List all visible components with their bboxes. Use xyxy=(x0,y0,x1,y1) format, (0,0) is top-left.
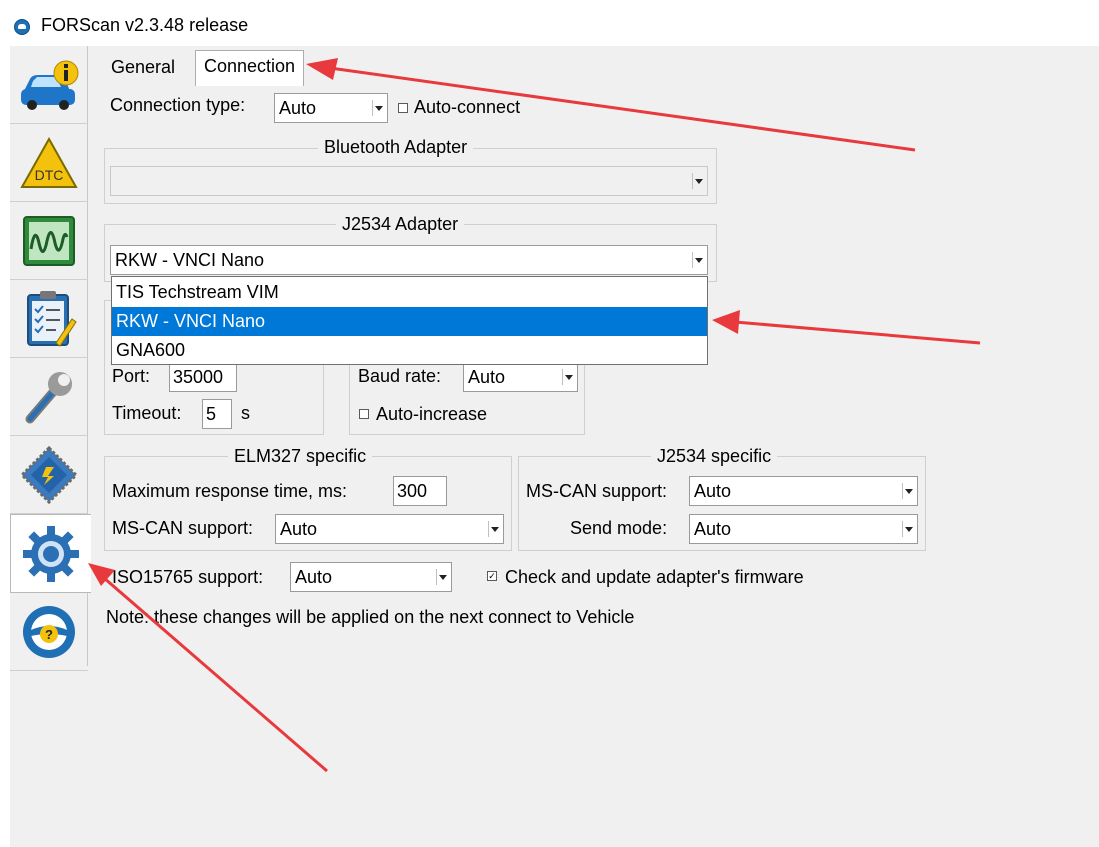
elm-mscan-value: Auto xyxy=(280,519,318,539)
bluetooth-adapter-select[interactable] xyxy=(110,166,708,196)
forscan-app-icon xyxy=(14,19,30,35)
j2534-mscan-value: Auto xyxy=(694,481,732,501)
oscilloscope-icon xyxy=(23,215,75,266)
baud-rate-value: Auto xyxy=(468,367,506,387)
sidebar-item-vehicle-info[interactable] xyxy=(10,46,88,124)
dropdown-option-gna600[interactable]: GNA600 xyxy=(112,336,707,365)
auto-increase-checkbox[interactable] xyxy=(359,409,369,419)
sidebar-item-help[interactable]: ? xyxy=(10,593,88,671)
sidebar-item-service[interactable] xyxy=(10,358,88,436)
j2534-specific-title: J2534 specific xyxy=(651,446,778,467)
chevron-down-icon xyxy=(902,483,915,499)
dtc-warning-icon: DTC xyxy=(20,136,78,188)
chevron-down-icon xyxy=(692,173,705,189)
gear-icon xyxy=(23,525,79,582)
note-text: Note: these changes will be applied on t… xyxy=(106,607,635,627)
firmware-check-checkbox[interactable]: ✓ xyxy=(487,571,497,581)
sidebar-item-dtc[interactable]: DTC xyxy=(10,124,88,202)
tab-connection[interactable]: Connection xyxy=(195,50,305,86)
connection-type-label: Connection type: xyxy=(110,95,246,115)
iso15765-select[interactable]: Auto xyxy=(290,562,452,592)
chevron-down-icon xyxy=(372,100,385,116)
dtc-icon-label: DTC xyxy=(35,167,64,183)
port-label: Port: xyxy=(112,366,151,386)
baud-rate-label: Baud rate: xyxy=(358,366,442,386)
send-mode-value: Auto xyxy=(694,519,732,539)
chevron-down-icon xyxy=(488,521,501,537)
checklist-icon xyxy=(27,290,77,347)
j2534-mscan-label: MS-CAN support: xyxy=(526,481,668,501)
dropdown-option-rkw-vnci-nano[interactable]: RKW - VNCI Nano xyxy=(112,307,707,336)
sidebar-item-oscilloscope[interactable] xyxy=(10,202,88,280)
chevron-down-icon xyxy=(902,521,915,537)
max-response-time-input[interactable]: 300 xyxy=(393,476,447,506)
dropdown-option-tis-techstream[interactable]: TIS Techstream VIM xyxy=(112,278,707,307)
max-response-time-label: Maximum response time, ms: xyxy=(112,481,348,501)
j2534-mscan-select[interactable]: Auto xyxy=(689,476,918,506)
auto-connect-checkbox[interactable] xyxy=(398,103,408,113)
iso15765-value: Auto xyxy=(295,567,333,587)
bluetooth-adapter-title: Bluetooth Adapter xyxy=(318,137,474,158)
steering-help-icon: ? xyxy=(23,605,75,658)
sidebar-item-tests[interactable] xyxy=(10,280,88,358)
sidebar: DTC ? xyxy=(10,46,91,671)
j2534-adapter-select[interactable]: RKW - VNCI Nano xyxy=(110,245,708,275)
chip-config-icon xyxy=(19,445,79,504)
j2534-adapter-value: RKW - VNCI Nano xyxy=(115,250,265,270)
car-info-icon xyxy=(21,60,79,110)
firmware-check-label: Check and update adapter's firmware xyxy=(505,567,804,587)
connection-type-value: Auto xyxy=(279,98,317,118)
connection-type-select[interactable]: Auto xyxy=(274,93,388,123)
sidebar-item-settings[interactable] xyxy=(10,514,91,593)
timeout-label: Timeout: xyxy=(112,403,182,423)
j2534-adapter-title: J2534 Adapter xyxy=(336,214,465,235)
auto-increase-label: Auto-increase xyxy=(376,404,488,424)
sidebar-item-configuration[interactable] xyxy=(10,436,88,514)
j2534-adapter-dropdown-list: TIS Techstream VIM RKW - VNCI Nano GNA60… xyxy=(111,276,708,365)
chevron-down-icon xyxy=(562,369,575,385)
chevron-down-icon xyxy=(692,252,705,268)
elm327-group-title: ELM327 specific xyxy=(228,446,373,467)
tab-general[interactable]: General xyxy=(103,52,183,86)
help-icon-label: ? xyxy=(45,627,53,642)
baud-rate-select[interactable]: Auto xyxy=(463,362,578,392)
window-title: FORScan v2.3.48 release xyxy=(41,15,249,35)
auto-connect-label: Auto-connect xyxy=(414,97,521,117)
elm-mscan-select[interactable]: Auto xyxy=(275,514,504,544)
elm-mscan-label: MS-CAN support: xyxy=(112,518,254,538)
port-input[interactable]: 35000 xyxy=(169,362,237,392)
chevron-down-icon xyxy=(436,569,449,585)
send-mode-select[interactable]: Auto xyxy=(689,514,918,544)
send-mode-label: Send mode: xyxy=(570,518,668,538)
timeout-input[interactable]: 5 xyxy=(202,399,232,429)
iso15765-label: ISO15765 support: xyxy=(112,567,264,587)
wrench-icon xyxy=(25,371,72,423)
timeout-unit: s xyxy=(241,403,250,423)
